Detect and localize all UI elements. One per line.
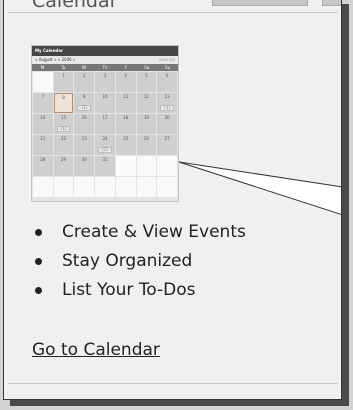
calendar-panel: Calendar My Calendar « August » « 2006 »… — [3, 0, 342, 400]
divider — [8, 383, 338, 384]
bullet-icon — [35, 258, 42, 265]
feature-item: List Your To-Dos — [32, 276, 246, 305]
callout-bubble — [178, 161, 341, 215]
go-to-calendar-link[interactable]: Go to Calendar — [32, 340, 160, 360]
feature-label: List Your To-Dos — [62, 280, 196, 300]
feature-item: Create & View Events — [32, 218, 246, 247]
feature-label: Stay Organized — [62, 251, 193, 271]
bullet-icon — [35, 229, 42, 236]
bullet-icon — [35, 287, 42, 294]
feature-label: Create & View Events — [62, 222, 246, 242]
feature-list: Create & View Events Stay Organized List… — [32, 218, 246, 305]
feature-item: Stay Organized — [32, 247, 246, 276]
